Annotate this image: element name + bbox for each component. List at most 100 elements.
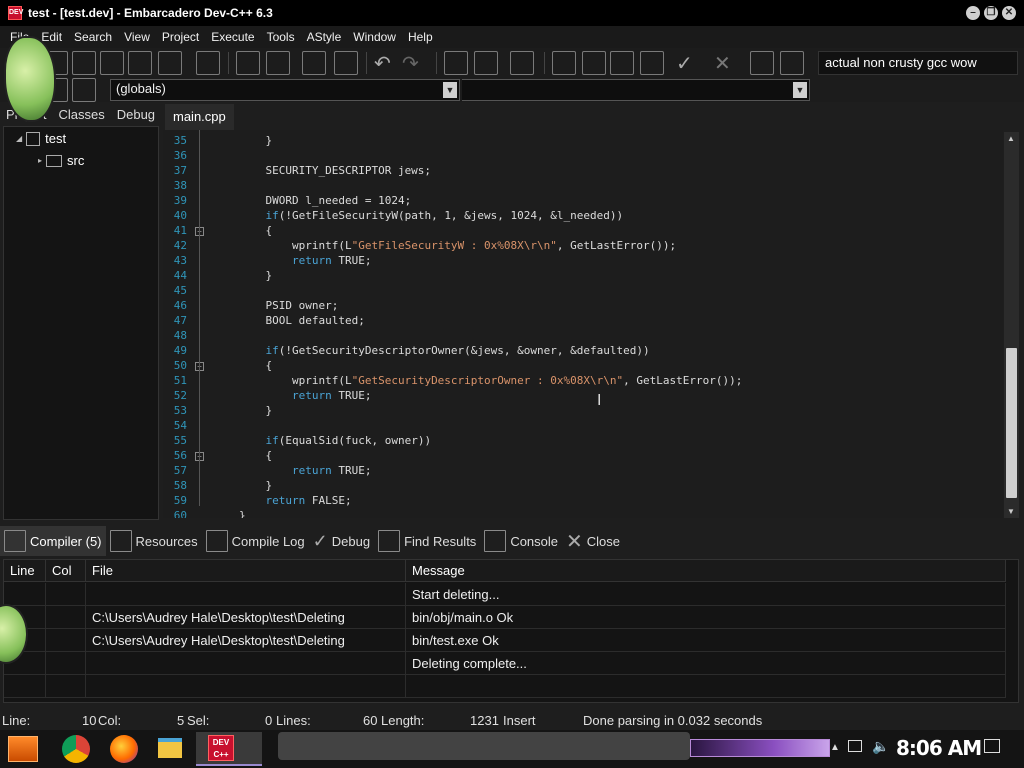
table-cell-file[interactable]: C:\Users\Audrey Hale\Desktop\test\Deleti… [86,629,406,652]
code-line[interactable]: return FALSE; [239,494,352,507]
table-cell-col[interactable] [46,675,86,698]
chrome-icon[interactable] [62,735,90,763]
minimize-icon[interactable]: – [966,6,980,20]
goto-bookmark-icon[interactable] [334,51,358,75]
chevron-down-icon[interactable]: ▼ [793,82,807,98]
menu-execute[interactable]: Execute [205,30,260,44]
tree-item-test[interactable]: ◢ test [16,131,66,146]
bookmark-toggle-icon[interactable] [72,78,96,102]
tray-chevron-icon[interactable]: ▲ [830,742,840,753]
table-cell-file[interactable] [86,583,406,606]
code-line[interactable]: } [239,404,272,417]
restore-icon[interactable]: ❐ [984,6,998,20]
code-line[interactable]: { [239,224,272,237]
menu-search[interactable]: Search [68,30,118,44]
table-cell-line[interactable] [4,583,46,606]
syntax-check-icon[interactable]: ✓ [676,51,700,75]
close-icon[interactable]: ✕ [1002,6,1016,20]
expand-icon[interactable]: ▸ [38,156,42,165]
profile-icon[interactable] [750,51,774,75]
menu-window[interactable]: Window [347,30,402,44]
menu-help[interactable]: Help [402,30,439,44]
table-cell-col[interactable] [46,652,86,675]
tree-item-src[interactable]: ▸ src [38,153,84,168]
run-icon[interactable] [582,51,606,75]
compile-run-icon[interactable] [610,51,634,75]
table-cell-file[interactable]: C:\Users\Audrey Hale\Desktop\test\Deleti… [86,606,406,629]
tab-find-results[interactable]: Find Results [374,526,480,556]
scroll-down-icon[interactable]: ▼ [1007,507,1015,516]
column-header-col[interactable]: Col [46,560,86,582]
code-line[interactable]: SECURITY_DESCRIPTOR jews; [239,164,431,177]
tab-console[interactable]: Console [480,526,562,556]
code-line[interactable]: DWORD l_needed = 1024; [239,194,411,207]
table-cell-message[interactable]: bin/test.exe Ok [406,629,1006,652]
member-combo-dropdown[interactable]: ▼ [462,79,810,101]
toggle-comment-icon[interactable] [510,51,534,75]
table-cell-message[interactable]: Start deleting... [406,583,1006,606]
table-cell-line[interactable] [4,675,46,698]
tab-debug-left[interactable]: Debug [111,107,161,122]
tab-compiler[interactable]: Compiler (5) [0,526,106,556]
menu-project[interactable]: Project [156,30,205,44]
tab-main-cpp[interactable]: main.cpp [165,104,234,130]
clock[interactable]: 8:06 AM [896,736,982,760]
code-line[interactable]: return TRUE; [239,389,372,402]
tab-classes[interactable]: Classes [52,107,110,122]
taskbar-devcpp[interactable]: DEV C++ [196,732,262,766]
compiler-select[interactable]: actual non crusty gcc wow [818,51,1018,75]
scroll-up-icon[interactable]: ▲ [1007,134,1015,143]
table-cell-message[interactable]: bin/obj/main.o Ok [406,606,1006,629]
table-cell-col[interactable] [46,606,86,629]
code-line[interactable]: { [239,449,272,462]
code-line[interactable]: return TRUE; [239,464,372,477]
save-icon[interactable] [72,51,96,75]
column-header-line[interactable]: Line [4,560,46,582]
menu-tools[interactable]: Tools [261,30,301,44]
tab-compile-log[interactable]: Compile Log [202,526,309,556]
volume-icon[interactable]: 🔈 [872,738,889,755]
code-line[interactable]: return TRUE; [239,254,372,267]
code-editor[interactable]: 35363738394041−424344454647484950−515253… [163,130,1003,518]
code-line[interactable]: } [239,509,246,518]
firefox-icon[interactable] [110,735,138,763]
tab-debug[interactable]: ✓ Debug [309,526,374,556]
editor-scrollbar[interactable]: ▲ ▼ [1004,132,1019,518]
tab-close[interactable]: ✕ Close [562,526,624,556]
print-icon[interactable] [196,51,220,75]
close-all-icon[interactable] [158,51,182,75]
file-explorer-icon[interactable] [158,738,182,758]
scroll-thumb[interactable] [1006,348,1017,498]
undo-icon[interactable]: ↶ [374,51,398,75]
close-file-icon[interactable] [128,51,152,75]
network-icon[interactable] [848,740,862,752]
rebuild-all-icon[interactable] [640,51,664,75]
code-line[interactable]: if(!GetSecurityDescriptorOwner(&jews, &o… [239,344,650,357]
table-cell-file[interactable] [86,652,406,675]
table-cell-message[interactable] [406,675,1006,698]
find-icon[interactable] [236,51,260,75]
code-line[interactable]: if(EqualSid(fuck, owner)) [239,434,432,447]
unindent-icon[interactable] [474,51,498,75]
redo-icon[interactable]: ↷ [402,51,426,75]
notification-icon[interactable] [984,739,1000,753]
table-cell-file[interactable] [86,675,406,698]
code-line[interactable]: BOOL defaulted; [239,314,364,327]
indent-icon[interactable] [444,51,468,75]
collapse-icon[interactable]: ◢ [16,134,22,143]
table-cell-col[interactable] [46,583,86,606]
goto-line-icon[interactable] [302,51,326,75]
code-line[interactable]: wprintf(L"GetSecurityDescriptorOwner : 0… [239,374,742,387]
code-line[interactable]: wprintf(L"GetFileSecurityW : 0x%08X\r\n"… [239,239,676,252]
devcpp-app-icon[interactable]: DEV [8,6,23,20]
code-line[interactable]: } [239,134,272,147]
compile-icon[interactable] [552,51,576,75]
replace-icon[interactable] [266,51,290,75]
delete-profile-icon[interactable] [780,51,804,75]
menu-view[interactable]: View [118,30,156,44]
menu-astyle[interactable]: AStyle [301,30,348,44]
start-button-icon[interactable] [8,736,38,762]
code-line[interactable]: } [239,269,272,282]
code-line[interactable]: if(!GetFileSecurityW(path, 1, &jews, 102… [239,209,624,222]
save-all-icon[interactable] [100,51,124,75]
